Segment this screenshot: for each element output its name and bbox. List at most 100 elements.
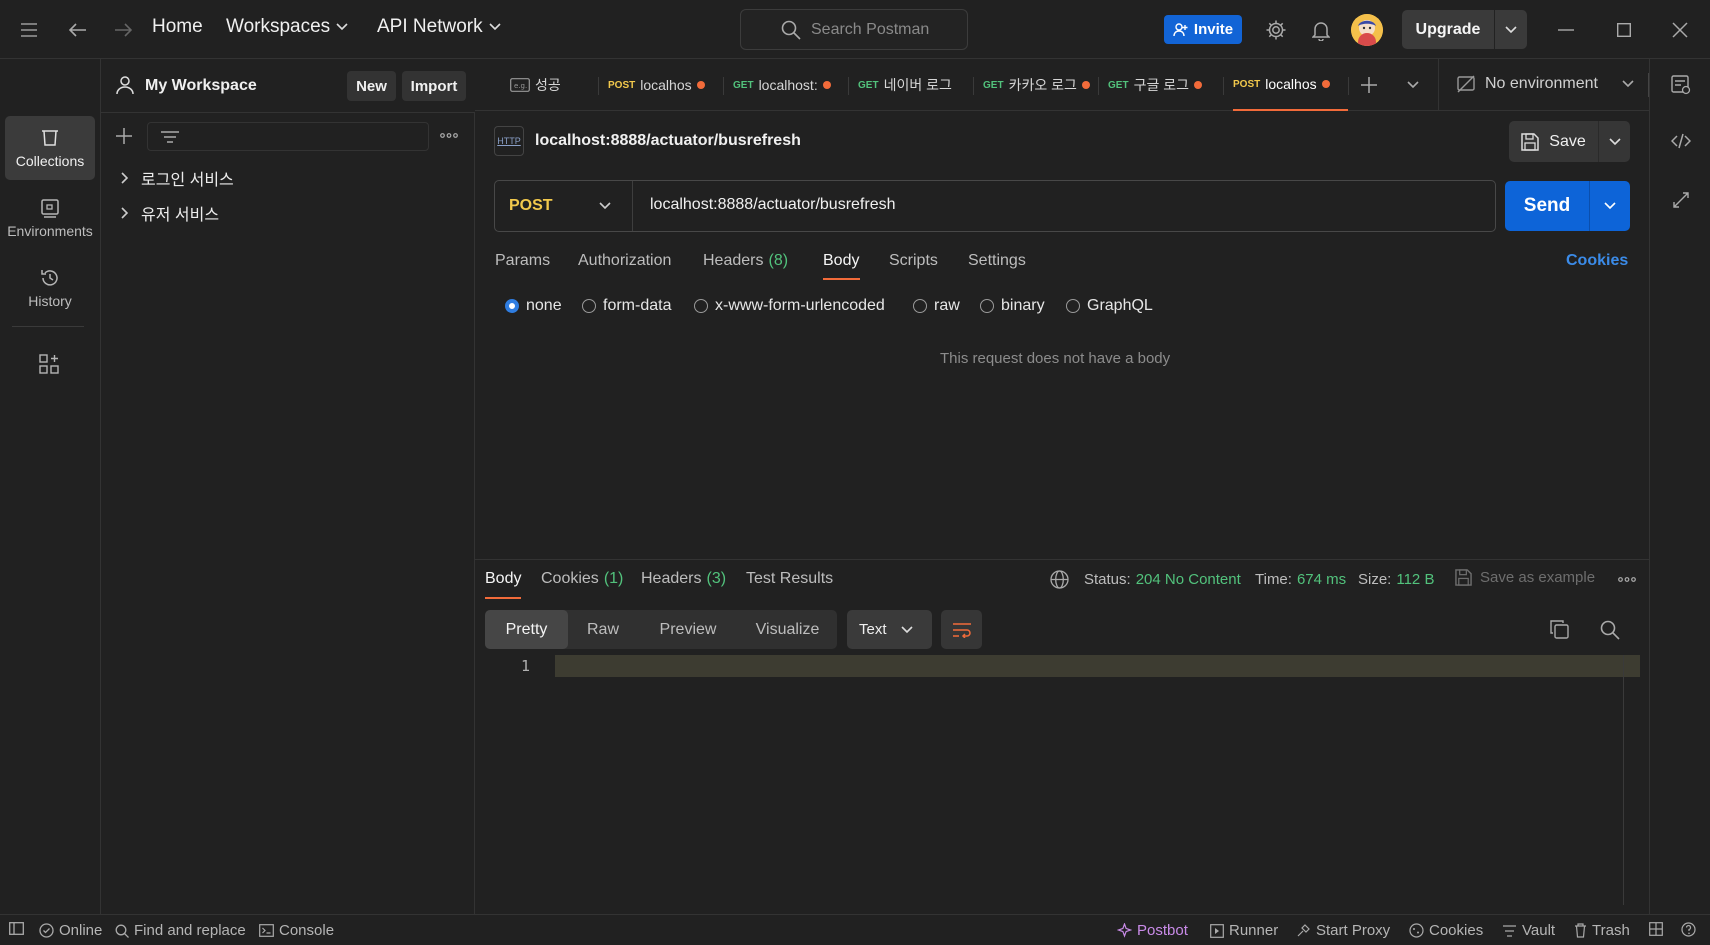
view-preview[interactable]: Preview [638,610,738,649]
tab-request[interactable]: GET 구글 로그 [1108,59,1223,111]
radio-raw[interactable]: raw [913,297,960,315]
tab-settings[interactable]: Settings [968,252,1026,270]
environment-select[interactable]: No environment [1457,75,1634,93]
collection-item[interactable]: 유저 서비스 [121,198,219,228]
status-value: 204 No Content [1135,571,1241,588]
globe-icon[interactable] [1050,570,1069,589]
notification-bell-icon[interactable] [1305,14,1337,46]
rail-item-environments[interactable]: Environments [5,186,95,250]
workspaces-menu[interactable]: Workspaces [226,16,348,38]
online-label: Online [59,922,103,939]
editor-scrollbar[interactable] [1623,655,1624,905]
response-tab-test-results[interactable]: Test Results [746,570,833,588]
format-select[interactable]: Text [847,610,932,649]
radio-none[interactable]: none [505,297,562,315]
related-collapse-icon[interactable] [1673,192,1689,208]
help-icon[interactable] [1681,922,1696,937]
radio-label: raw [934,297,960,314]
radio-binary[interactable]: binary [980,297,1045,315]
tab-request[interactable]: GET 카카오 로그 [983,59,1098,111]
tab-body[interactable]: Body [823,252,859,270]
add-collection-icon[interactable] [116,128,132,144]
response-tab-cookies[interactable]: Cookies (1) [541,570,623,588]
layout-toggle-icon[interactable] [1649,922,1663,936]
search-response-icon[interactable] [1600,620,1620,640]
tab-request[interactable]: GET 네이버 로그 [858,59,973,111]
response-status[interactable]: Status: 204 No Content [1084,571,1241,588]
response-tab-body[interactable]: Body [485,570,521,588]
home-link[interactable]: Home [152,16,203,38]
invite-button[interactable]: Invite [1164,15,1242,44]
wrap-lines-button[interactable] [941,610,982,649]
start-proxy-button[interactable]: Start Proxy [1296,922,1390,939]
more-options-icon[interactable] [440,133,458,138]
upgrade-button[interactable]: Upgrade [1402,10,1527,49]
tab-scripts[interactable]: Scripts [889,252,938,270]
copy-icon[interactable] [1550,620,1569,639]
find-replace-button[interactable]: Find and replace [115,922,246,939]
toggle-sidebar-icon[interactable] [9,922,24,935]
trash-button[interactable]: Trash [1574,922,1630,939]
minimize-icon[interactable] [1550,14,1582,46]
filter-input[interactable] [147,122,429,151]
collection-item[interactable]: 로그인 서비스 [121,163,234,193]
save-button[interactable]: Save [1509,121,1630,162]
online-status[interactable]: Online [39,922,102,939]
tab-params[interactable]: Params [495,252,550,270]
response-time[interactable]: Time: 674 ms [1255,571,1346,588]
response-body-editor[interactable] [555,655,1640,677]
maximize-icon[interactable] [1608,14,1640,46]
import-button[interactable]: Import [402,71,466,101]
method-select[interactable]: POST [495,181,633,231]
tabs-dropdown-chevron-icon[interactable] [1407,81,1419,89]
code-icon[interactable] [1671,133,1691,149]
view-raw[interactable]: Raw [568,610,638,649]
url-input[interactable]: localhost:8888/actuator/busrefresh [650,196,895,214]
save-dropdown[interactable] [1599,121,1630,162]
tab-example[interactable]: e.g. 성공 [510,59,590,111]
send-label: Send [1523,195,1571,216]
tab-headers[interactable]: Headers (8) [703,252,788,270]
rail-item-collections[interactable]: Collections [5,116,95,180]
view-pretty[interactable]: Pretty [485,610,568,649]
chevron-down-icon[interactable] [1505,25,1517,34]
menu-icon[interactable] [13,14,45,46]
tab-request[interactable]: POST localhos [608,59,723,111]
runner-button[interactable]: Runner [1210,922,1278,939]
back-arrow-icon[interactable] [62,14,94,46]
radio-graphql[interactable]: GraphQL [1066,297,1153,315]
response-size[interactable]: Size: 112 B [1358,571,1434,588]
search-input[interactable]: Search Postman [740,9,968,50]
environment-quick-look-icon[interactable] [1671,75,1691,95]
new-button[interactable]: New [347,71,396,101]
console-button[interactable]: Console [259,922,334,939]
add-workspace-tools-icon[interactable] [39,354,59,374]
request-title[interactable]: localhost:8888/actuator/busrefresh [535,132,801,150]
response-more-options-icon[interactable] [1618,577,1636,582]
forward-arrow-icon[interactable] [107,14,139,46]
headers-count: (8) [768,252,789,269]
save-as-example-button[interactable]: Save as example [1455,569,1595,586]
vault-button[interactable]: Vault [1502,922,1555,939]
api-network-menu[interactable]: API Network [377,16,501,38]
settings-gear-icon[interactable] [1260,14,1292,46]
response-tab-headers[interactable]: Headers (3) [641,570,726,588]
view-visualize[interactable]: Visualize [738,610,837,649]
send-button[interactable]: Send [1505,181,1630,231]
radio-x-www-form-urlencoded[interactable]: x-www-form-urlencoded [694,297,885,315]
cookies-link[interactable]: Cookies [1566,252,1628,270]
tab-request[interactable]: GET localhost: [733,59,848,111]
rail-item-history[interactable]: History [5,256,95,320]
new-tab-plus-icon[interactable] [1361,77,1377,93]
tab-authorization[interactable]: Authorization [578,252,671,270]
postbot-button[interactable]: Postbot [1117,922,1188,939]
send-dropdown[interactable] [1590,181,1630,231]
avatar[interactable] [1351,14,1383,46]
response-divider[interactable] [475,559,1649,560]
cookies-button[interactable]: Cookies [1409,922,1483,939]
radio-form-data[interactable]: form-data [582,297,671,315]
request-tabs: e.g. 성공 POST localhos GET localhost: GET… [475,59,1649,111]
http-badge-label: HTTP [497,136,521,146]
close-window-icon[interactable] [1664,14,1696,46]
tab-request-active[interactable]: POST localhos [1233,59,1348,111]
